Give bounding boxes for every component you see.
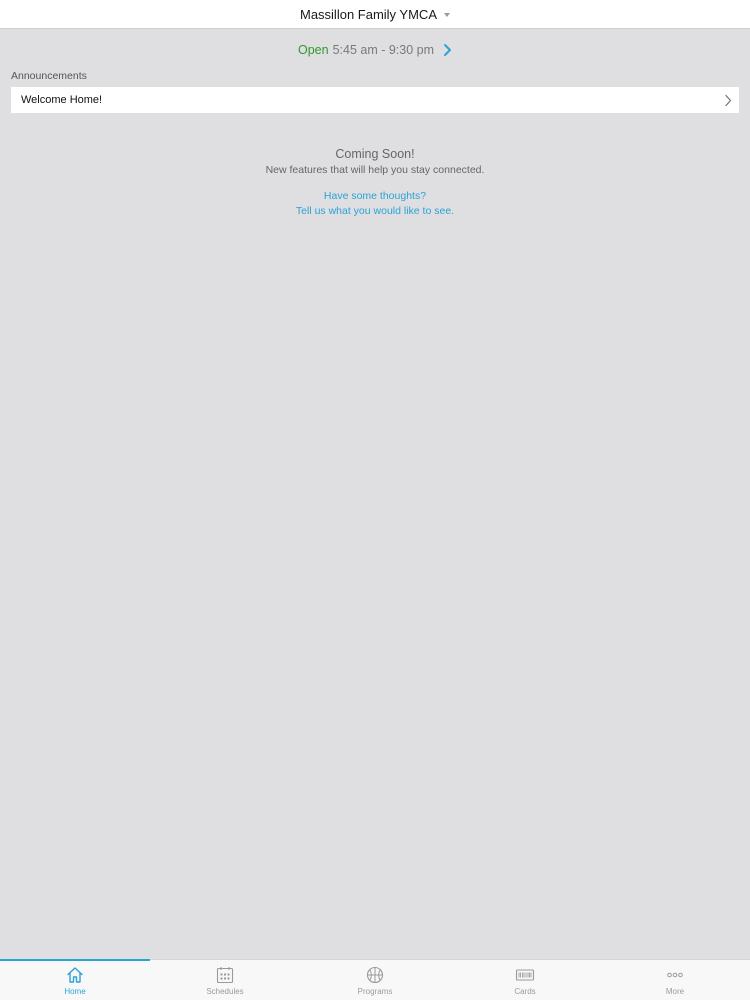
feedback-link-line1: Have some thoughts? [323, 190, 427, 202]
home-icon [67, 967, 83, 983]
card-icon [515, 969, 535, 981]
chevron-right-icon [725, 94, 732, 106]
tab-programs[interactable]: Programs [300, 960, 450, 1000]
nav-bar: Massillon Family YMCA [0, 0, 750, 29]
tab-label-more: More [665, 987, 685, 996]
tab-bar: Home Schedules Programs Cards More [0, 959, 750, 1000]
tab-label-programs: Programs [357, 987, 393, 996]
chevron-right-icon[interactable] [443, 43, 452, 57]
location-name: Massillon Family YMCA [299, 6, 437, 22]
tab-home[interactable]: Home [0, 959, 150, 1000]
tab-schedules[interactable]: Schedules [150, 960, 300, 1000]
announcement-title: Welcome Home! [21, 94, 103, 106]
announcement-item[interactable]: Welcome Home! [11, 87, 739, 113]
tab-more[interactable]: More [600, 960, 750, 1000]
location-picker[interactable]: Massillon Family YMCA [300, 7, 450, 22]
coming-soon-section: Coming Soon! New features that will help… [0, 147, 750, 219]
announcements-label: Announcements [11, 70, 87, 82]
calendar-icon [216, 967, 234, 984]
hours-row: Open 5:45 am - 9:30 pm [0, 38, 750, 62]
tab-label-cards: Cards [514, 987, 536, 996]
coming-soon-title: Coming Soon! [335, 147, 415, 161]
caret-down-icon [444, 12, 450, 17]
feedback-link-line2: Tell us what you would like to see. [295, 205, 455, 217]
coming-soon-subtitle: New features that will help you stay con… [265, 164, 485, 176]
tab-cards[interactable]: Cards [450, 960, 600, 1000]
hours-status: Open [297, 43, 329, 57]
hours-time: 5:45 am - 9:30 pm [332, 43, 435, 57]
more-dots-icon [667, 972, 683, 978]
basketball-icon [366, 966, 384, 984]
feedback-link[interactable]: Have some thoughts? Tell us what you wou… [296, 189, 454, 219]
tab-label-home: Home [64, 987, 86, 996]
tab-label-schedules: Schedules [206, 987, 244, 996]
